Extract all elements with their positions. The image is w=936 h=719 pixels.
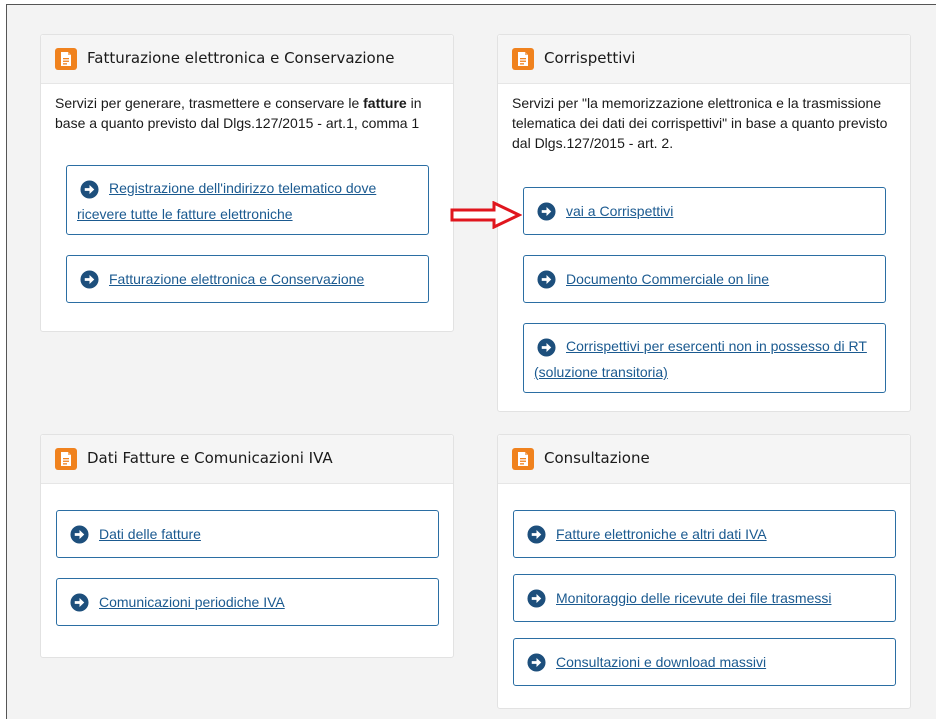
arrow-circle-right-icon [527,653,546,672]
link-registrazione-indirizzo[interactable]: Registrazione dell'indirizzo telematico … [66,165,429,235]
desc-text: Servizi per generare, trasmettere e cons… [55,95,364,111]
link-fatture-elettroniche[interactable]: Fatture elettroniche e altri dati IVA [513,510,896,558]
link-documento-commerciale[interactable]: Documento Commerciale on line [523,255,886,303]
desc-bold-text: fatture [363,95,407,111]
link-label[interactable]: Registrazione dell'indirizzo telematico … [77,175,418,227]
card-fatturazione: Fatturazione elettronica e Conservazione… [40,34,454,332]
arrow-circle-right-icon [527,525,546,544]
link-fatturazione-conservazione[interactable]: Fatturazione elettronica e Conservazione [66,255,429,303]
link-comunicazioni-iva[interactable]: Comunicazioni periodiche IVA [56,578,439,626]
card-header: Corrispettivi [498,35,910,84]
link-label[interactable]: Fatture elettroniche e altri dati IVA [556,521,885,547]
link-monitoraggio-ricevute[interactable]: Monitoraggio delle ricevute dei file tra… [513,574,896,622]
card-description: Servizi per generare, trasmettere e cons… [55,93,450,133]
link-label[interactable]: Monitoraggio delle ricevute dei file tra… [556,585,885,611]
document-icon [512,48,534,70]
card-title: Corrispettivi [544,49,636,67]
link-dati-fatture[interactable]: Dati delle fatture [56,510,439,558]
arrow-circle-right-icon [537,202,556,221]
link-label[interactable]: Corrispettivi per esercenti non in posse… [534,333,875,385]
document-icon [55,48,77,70]
document-icon [55,448,77,470]
arrow-circle-right-icon [70,593,89,612]
card-corrispettivi: Corrispettivi Servizi per "la memorizzaz… [497,34,911,412]
card-header: Consultazione [498,435,910,484]
red-arrow-icon [450,201,522,229]
card-header: Dati Fatture e Comunicazioni IVA [41,435,453,484]
document-icon [512,448,534,470]
link-vai-corrispettivi[interactable]: vai a Corrispettivi [523,187,886,235]
arrow-circle-right-icon [537,270,556,289]
link-corrispettivi-senza-rt[interactable]: Corrispettivi per esercenti non in posse… [523,323,886,393]
card-title: Dati Fatture e Comunicazioni IVA [87,449,333,467]
link-label[interactable]: Dati delle fatture [99,521,428,547]
link-label[interactable]: Documento Commerciale on line [566,266,875,292]
link-label[interactable]: Fatturazione elettronica e Conservazione [109,266,418,292]
card-header: Fatturazione elettronica e Conservazione [41,35,453,84]
card-consultazione: Consultazione Fatture elettroniche e alt… [497,434,911,709]
arrow-circle-right-icon [70,525,89,544]
link-consultazioni-download[interactable]: Consultazioni e download massivi [513,638,896,686]
card-title: Fatturazione elettronica e Conservazione [87,49,395,67]
card-dati-fatture: Dati Fatture e Comunicazioni IVA Dati de… [40,434,454,658]
card-title: Consultazione [544,449,650,467]
link-label[interactable]: Consultazioni e download massivi [556,649,885,675]
arrow-circle-right-icon [80,270,99,289]
arrow-circle-right-icon [527,589,546,608]
link-label[interactable]: vai a Corrispettivi [566,198,875,224]
card-description: Servizi per "la memorizzazione elettroni… [512,95,888,151]
link-label[interactable]: Comunicazioni periodiche IVA [99,589,428,615]
services-page: Fatturazione elettronica e Conservazione… [6,4,936,719]
